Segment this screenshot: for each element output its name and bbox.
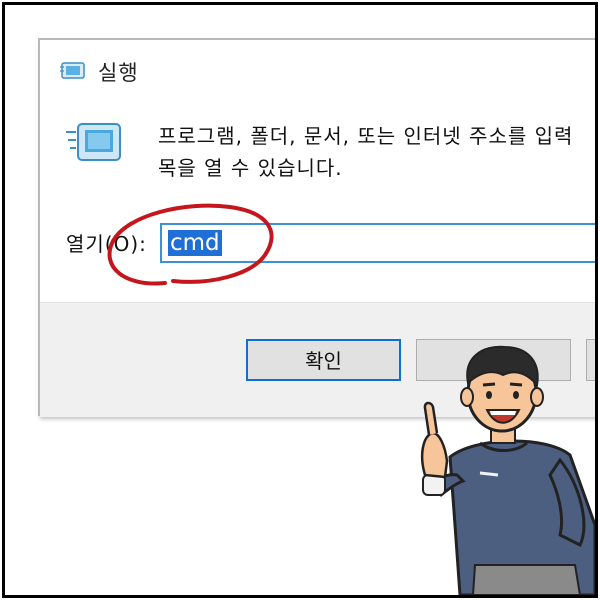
image-frame: 실행 프로그램, 폴더, 문서, 또는 인터넷 주소를 입력 목을 열 수 있습… [2, 2, 598, 598]
dialog-footer: 확인 취소 [40, 302, 595, 417]
open-input-value[interactable]: cmd [168, 230, 222, 256]
description-line-2: 목을 열 수 있습니다. [158, 156, 343, 180]
run-dialog-icon [60, 61, 86, 85]
run-dialog: 실행 프로그램, 폴더, 문서, 또는 인터넷 주소를 입력 목을 열 수 있습… [38, 38, 595, 417]
open-input[interactable]: cmd [160, 223, 595, 263]
dialog-title: 실행 [98, 61, 139, 85]
browse-button[interactable] [586, 339, 595, 381]
cancel-button[interactable]: 취소 [416, 339, 571, 381]
ok-button[interactable]: 확인 [246, 339, 401, 381]
open-label: 열기(O): [66, 232, 147, 256]
title-bar: 실행 [40, 40, 595, 100]
run-program-icon [66, 118, 124, 170]
description-line-1: 프로그램, 폴더, 문서, 또는 인터넷 주소를 입력 [158, 124, 574, 148]
